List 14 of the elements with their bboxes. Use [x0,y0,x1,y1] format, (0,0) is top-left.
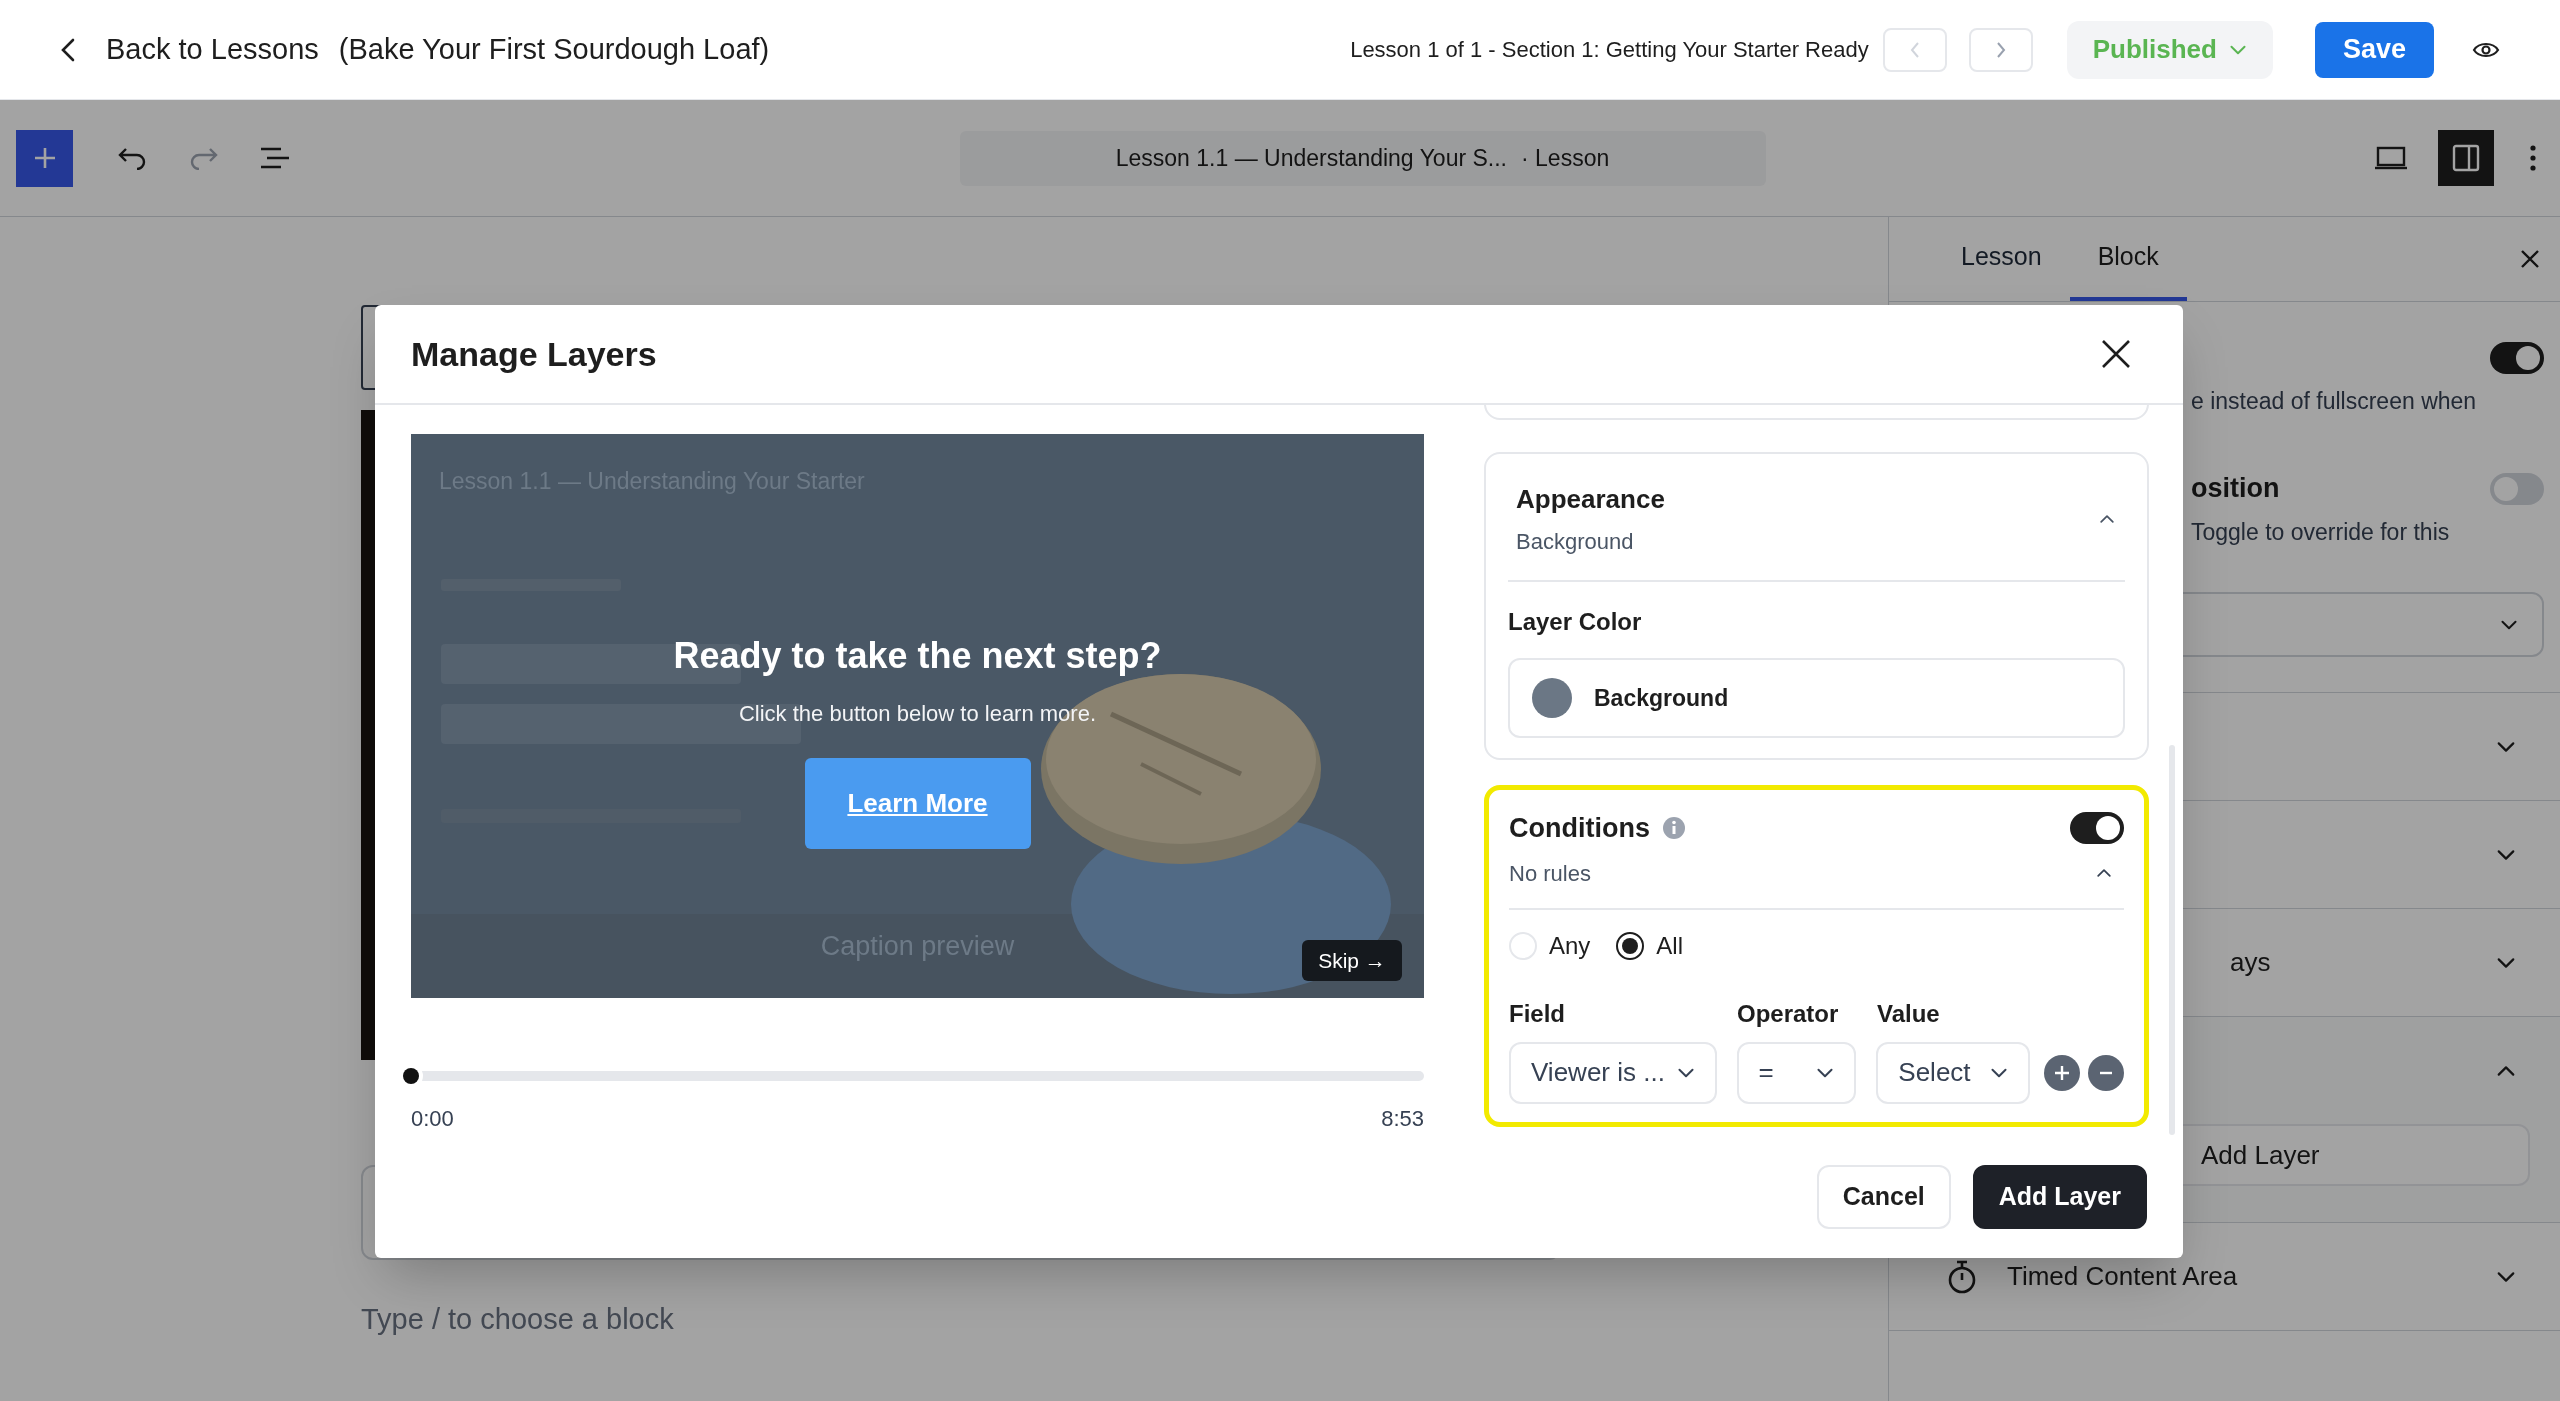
setting-description: Toggle to override for this [2191,517,2450,547]
current-time: 0:00 [411,1105,454,1133]
section-title: Conditions [1509,812,1650,845]
column-label: Field [1509,998,1566,1029]
setting-label: osition [2190,472,2280,506]
setting-description: e instead of fullscreen when [2191,387,2477,416]
lesson-breadcrumb: Lesson 1 of 1 - Section 1: Getting Your Starter Ready [1350,36,1869,64]
overlay-text: Click the button below to learn more. [738,700,1097,728]
column-label: Operator [1737,998,1840,1029]
field-label: Layer Color [1508,607,1643,637]
dialog-title: Manage Layers [411,333,657,375]
duration: 8:53 [1381,1105,1424,1133]
course-title: (Bake Your First Sourdough Loaf) [338,31,770,67]
overlay-heading: Ready to take the next step? [673,634,1162,678]
